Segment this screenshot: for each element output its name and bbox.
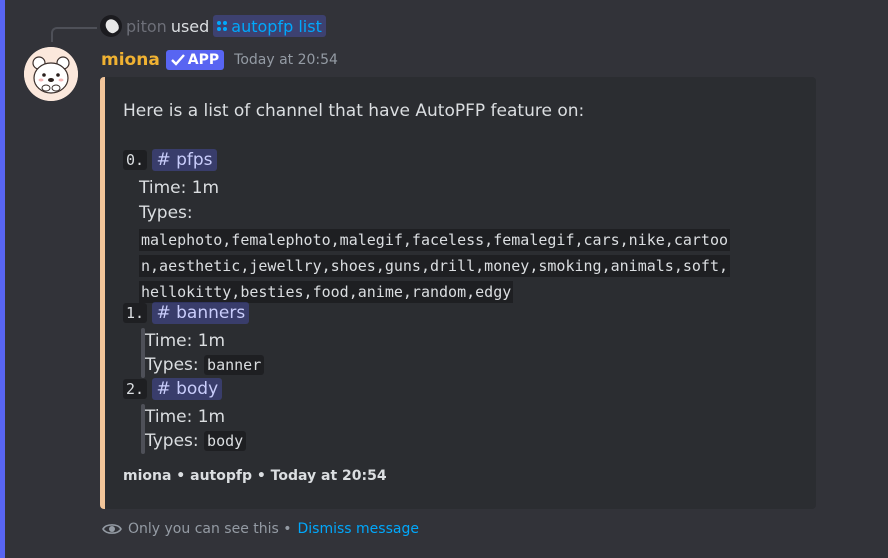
reply-context[interactable]: piton used autopfp list <box>100 13 326 39</box>
reply-username[interactable]: piton <box>126 17 167 36</box>
item-types: Types: banner <box>145 355 265 375</box>
list-index: 2. <box>123 379 148 399</box>
item-types-label: Types: <box>139 203 193 223</box>
types-code-line: n,aesthetic,jewellry,shoes,guns,drill,mo… <box>139 255 730 277</box>
message-header: miona APP Today at 20:54 <box>101 47 338 73</box>
list-item: 0. # pfps <box>123 149 217 171</box>
channel-mention-pfps[interactable]: # pfps <box>152 149 217 171</box>
bear-avatar-icon <box>24 47 78 101</box>
item-time: Time: 1m <box>145 407 226 427</box>
app-badge-label: APP <box>187 52 220 68</box>
list-index: 1. <box>123 303 148 323</box>
timestamp[interactable]: Today at 20:54 <box>234 52 338 68</box>
item-types-code: body <box>204 431 247 451</box>
app-badge: APP <box>165 50 225 70</box>
item-types-code: banner <box>204 355 265 375</box>
item-types: Types: body <box>145 431 247 451</box>
embed-footer: miona • autopfp • Today at 20:54 <box>123 468 387 484</box>
embed: Here is a list of channel that have Auto… <box>100 77 816 509</box>
types-code-line: hellokitty,besties,food,anime,random,edg… <box>139 281 514 303</box>
slash-command-chip[interactable]: autopfp list <box>213 15 326 37</box>
embed-intro: Here is a list of channel that have Auto… <box>123 101 585 121</box>
app-command-icon <box>217 21 228 31</box>
types-code-line: malephoto,femalephoto,malegif,faceless,f… <box>139 229 730 251</box>
item-types-code: malephoto,femalephoto,malegif,faceless,f… <box>139 227 789 305</box>
channel-mention-banners[interactable]: # banners <box>152 302 250 324</box>
username[interactable]: miona <box>101 50 160 70</box>
dismiss-message-link[interactable]: Dismiss message <box>298 521 419 537</box>
verified-check-icon <box>170 54 185 66</box>
ephemeral-notice: Only you can see this • Dismiss message <box>102 521 419 537</box>
list-item: 1. # banners <box>123 302 250 324</box>
avatar[interactable] <box>24 47 78 101</box>
item-types-label: Types: <box>145 431 199 451</box>
reply-avatar[interactable] <box>100 15 122 37</box>
slash-command-label: autopfp list <box>231 16 322 36</box>
item-types-label: Types: <box>145 355 199 375</box>
item-time: Time: 1m <box>145 331 226 351</box>
channel-mention-body[interactable]: # body <box>152 378 223 400</box>
eye-icon <box>102 524 122 534</box>
ephemeral-text: Only you can see this • <box>128 521 292 537</box>
list-item: 2. # body <box>123 378 223 400</box>
item-time: Time: 1m <box>139 178 220 198</box>
list-index: 0. <box>123 150 148 170</box>
reply-used-text: used <box>170 16 210 36</box>
message-highlight-bar <box>0 0 5 558</box>
reply-spine <box>51 27 97 42</box>
